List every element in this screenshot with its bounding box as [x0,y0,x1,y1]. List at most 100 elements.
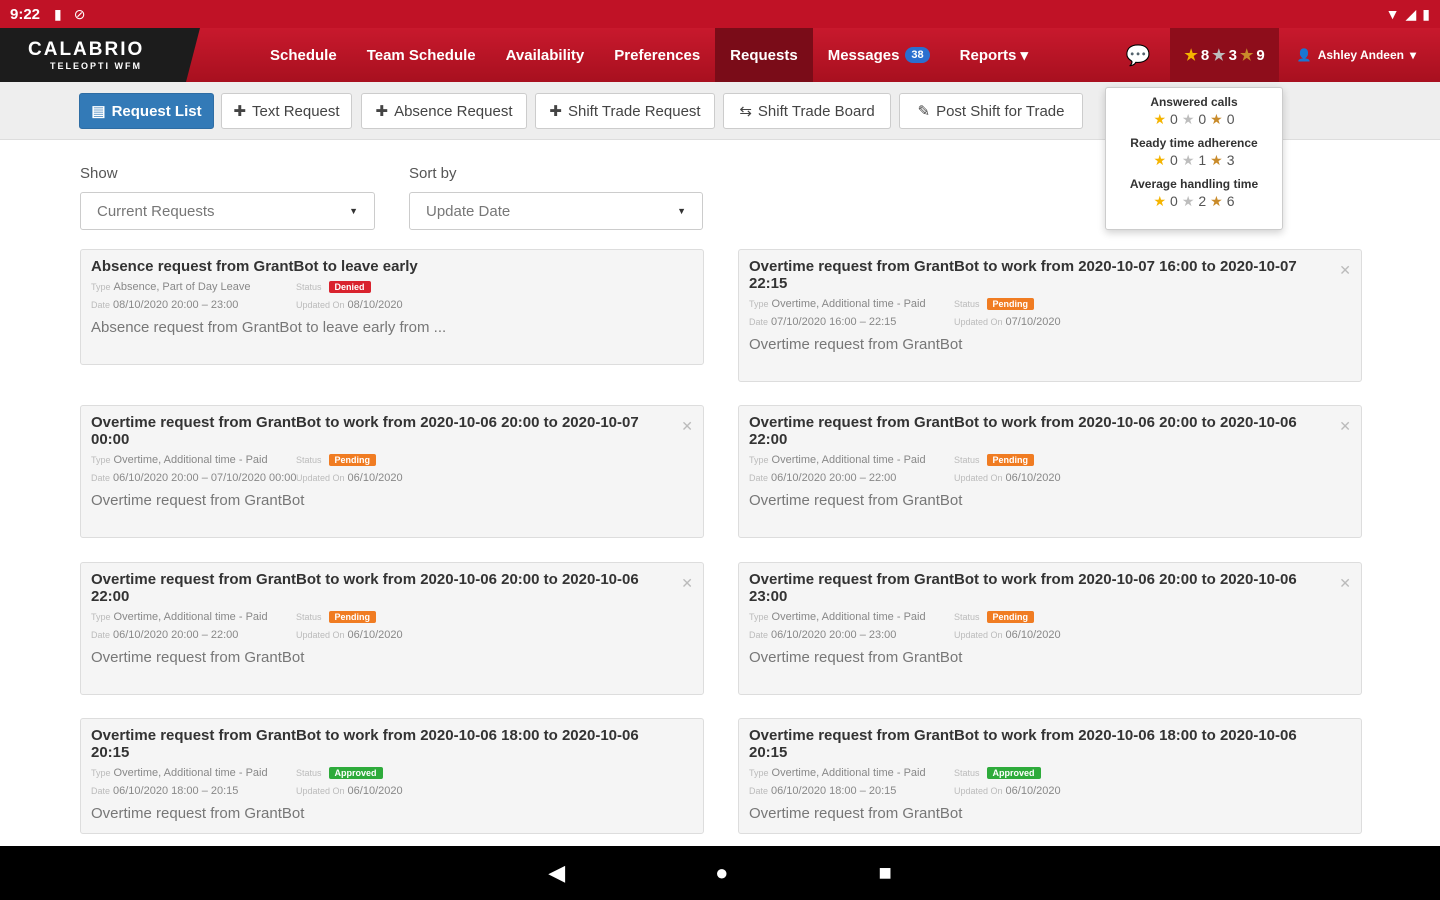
date-key: Date [91,473,111,483]
request-meta-row: Type Absence, Part of Day Leave Status Deni… [91,281,693,293]
text-request-button[interactable]: ✚ Text Request [221,93,352,129]
show-select[interactable]: Current Requests ▼ [80,192,375,230]
type-key: Type [91,282,111,292]
type-key: Type [749,768,769,778]
request-card[interactable]: Overtime request from GrantBot to work f… [738,405,1362,538]
back-icon[interactable]: ◀ [548,860,565,886]
request-card[interactable]: Overtime request from GrantBot to work f… [80,718,704,834]
request-body: Absence request from GrantBot to leave e… [91,319,447,336]
request-title: Overtime request from GrantBot to work f… [91,414,639,448]
user-icon: 👤 [1296,48,1312,62]
status-badge: Pending [328,454,377,466]
updated-key: Updated On [954,630,1003,640]
request-title: Overtime request from GrantBot to work f… [91,571,639,605]
brand-subtitle: TELEOPTI WFM [50,61,142,71]
bronze-star-icon: ★ [1239,47,1254,64]
silver-count: 1 [1198,152,1207,168]
brand-name: CALABRIO [28,39,145,60]
request-body: Overtime request from GrantBot [91,805,305,822]
dnd-icon: ⊘ [73,5,86,22]
status-badge: Approved [328,767,383,779]
nav-links: Schedule Team Schedule Availability Pref… [255,28,1043,82]
nav-requests[interactable]: Requests [715,28,813,82]
bronze-star-icon: ★ [1210,111,1223,127]
nav-team-schedule[interactable]: Team Schedule [352,28,491,82]
gold-count: 0 [1170,152,1178,168]
close-icon[interactable]: ✕ [681,418,693,435]
request-list-button[interactable]: ▤ Request List [79,93,214,129]
bronze-count: 6 [1226,193,1235,209]
request-card[interactable]: Overtime request from GrantBot to work f… [80,405,704,538]
request-type: Overtime, Additional time - Paid [771,298,926,310]
request-updated: 06/10/2020 [347,472,403,484]
status-badge: Pending [986,454,1035,466]
date-key: Date [91,300,111,310]
request-card[interactable]: Overtime request from GrantBot to work f… [738,249,1362,382]
user-name: Ashley Andeen [1317,48,1404,62]
close-icon[interactable]: ✕ [1339,262,1351,279]
silver-count: 0 [1198,111,1207,127]
request-meta-row: Type Overtime, Additional time - Paid Stat… [749,611,1351,623]
request-type: Overtime, Additional time - Paid [113,767,268,779]
request-date: 06/10/2020 18:00 – 20:15 [113,785,239,797]
request-updated: 06/10/2020 [1005,785,1061,797]
brand-logo[interactable]: CALABRIO TELEOPTI WFM [0,28,200,82]
home-icon[interactable]: ● [715,860,728,886]
bronze-count: 0 [1226,111,1235,127]
caret-down-icon: ▼ [677,206,686,216]
updated-key: Updated On [296,630,345,640]
close-icon[interactable]: ✕ [1339,575,1351,592]
status-badge: Pending [986,298,1035,310]
updated-key: Updated On [296,300,345,310]
metric-values: ★ 0 ★ 1 ★ 3 [1106,152,1282,169]
shift-trade-board-label: Shift Trade Board [757,102,875,120]
request-meta-row: Type Overtime, Additional time - Paid Stat… [91,611,693,623]
request-card[interactable]: Overtime request from GrantBot to work f… [738,562,1362,695]
badges-summary[interactable]: ★ 8 ★ 3 ★ 9 [1170,28,1279,82]
nav-reports[interactable]: Reports ▾ [945,28,1043,82]
status-key: Status [954,299,980,309]
type-key: Type [749,455,769,465]
gold-count: 8 [1200,46,1210,64]
request-updated: 06/10/2020 [347,629,403,641]
close-icon[interactable]: ✕ [681,575,693,592]
request-type: Overtime, Additional time - Paid [771,767,926,779]
absence-request-button[interactable]: ✚ Absence Request [361,93,527,129]
post-shift-button[interactable]: ✎ Post Shift for Trade [899,93,1083,129]
request-card[interactable]: Overtime request from GrantBot to work f… [738,718,1362,834]
sd-card-icon: ▮ [54,5,62,22]
plus-icon: ✚ [549,103,562,120]
request-type: Overtime, Additional time - Paid [113,454,268,466]
chat-icon[interactable]: 💬 [1105,28,1170,82]
recents-icon[interactable]: ■ [878,860,891,886]
request-updated: 06/10/2020 [347,785,403,797]
silver-count: 3 [1228,46,1237,64]
metric-name: Average handling time [1129,177,1259,191]
nav-messages[interactable]: Messages 38 [813,28,945,82]
show-select-value: Current Requests [97,202,215,220]
gold-star-icon: ★ [1153,152,1167,168]
sort-select[interactable]: Update Date ▼ [409,192,703,230]
request-card[interactable]: Absence request from GrantBot to leave e… [80,249,704,365]
shift-trade-request-button[interactable]: ✚ Shift Trade Request [535,93,715,129]
request-meta-row: Type Overtime, Additional time - Paid Stat… [91,454,693,466]
status-key: Status [954,612,980,622]
request-date-row: Date 06/10/2020 20:00 – 07/10/2020 00:00 U… [91,472,693,484]
android-status-bar: 9:22 ▮ ⊘ ▼ ◢ ▮ [0,0,1440,28]
bronze-star-icon: ★ [1210,193,1223,209]
request-card[interactable]: Overtime request from GrantBot to work f… [80,562,704,695]
status-time: 9:22 [10,5,41,23]
type-key: Type [91,768,111,778]
nav-availability[interactable]: Availability [491,28,600,82]
status-key: Status [954,768,980,778]
close-icon[interactable]: ✕ [1339,418,1351,435]
nav-schedule[interactable]: Schedule [255,28,352,82]
shift-trade-board-button[interactable]: ⇆ Shift Trade Board [723,93,891,129]
battery-icon: ▮ [1422,5,1430,22]
user-menu[interactable]: 👤 Ashley Andeen ▾ [1279,28,1440,82]
type-key: Type [91,612,111,622]
bronze-count: 3 [1226,152,1235,168]
nav-preferences[interactable]: Preferences [599,28,715,82]
list-icon: ▤ [91,103,106,120]
status-key: Status [296,282,322,292]
